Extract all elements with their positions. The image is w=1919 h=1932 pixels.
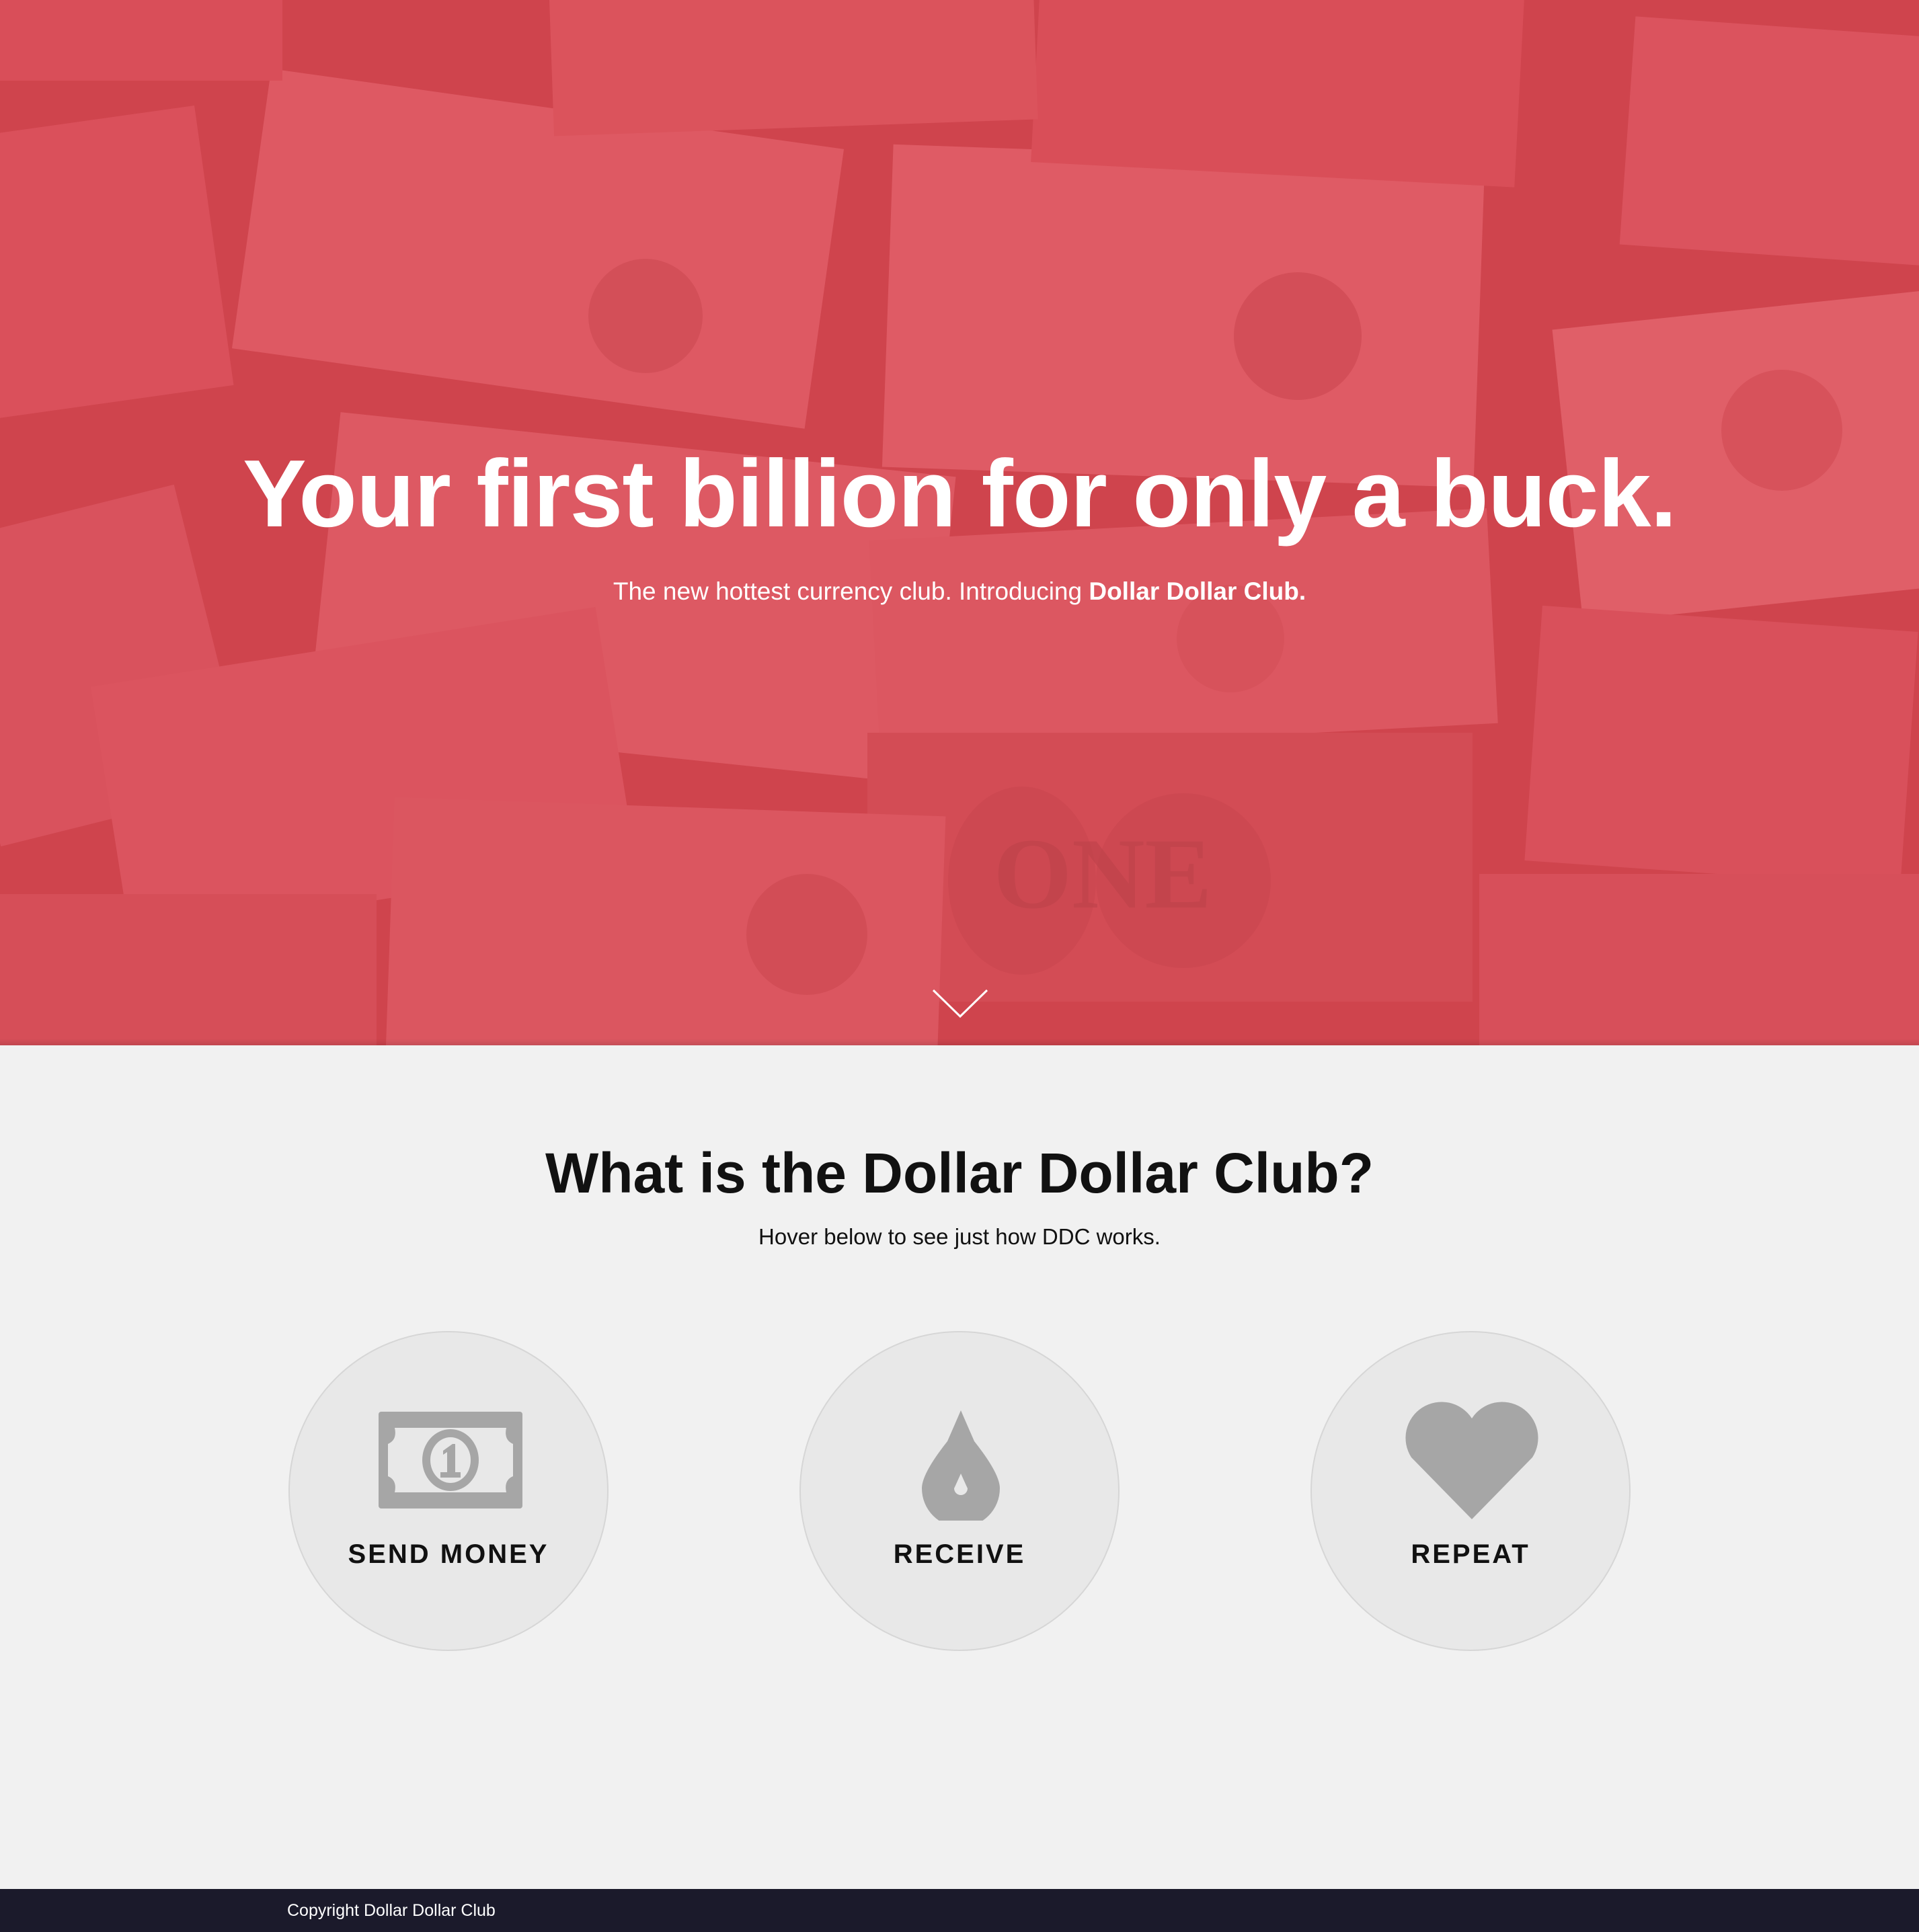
step-receive[interactable]: RECEIVE (799, 1331, 1120, 1651)
hero-subtitle-text: The new hottest currency club. Introduci… (613, 577, 1089, 605)
section-title: What is the Dollar Dollar Club? (545, 1141, 1374, 1205)
chevron-down-icon[interactable] (931, 988, 989, 1019)
footer: Copyright Dollar Dollar Club (0, 1889, 1919, 1932)
hero-subtitle-brand: Dollar Dollar Club. (1089, 577, 1306, 605)
step-label-repeat: REPEAT (1411, 1539, 1530, 1569)
hero-bottom-shadow (0, 1039, 1919, 1045)
step-label-send-money: SEND MONEY (348, 1539, 549, 1569)
section-subtitle: Hover below to see just how DDC works. (758, 1224, 1161, 1249)
hero-section: ONE Your first billion for only a buck. … (0, 0, 1919, 1045)
drop-icon (922, 1410, 1000, 1521)
footer-copyright: Copyright Dollar Dollar Club (287, 1901, 496, 1920)
step-send-money[interactable]: SEND MONEY (288, 1331, 609, 1651)
dollar-bill-icon (379, 1412, 522, 1508)
hero-title: Your first billion for only a buck. (243, 440, 1677, 547)
step-label-receive: RECEIVE (893, 1539, 1026, 1569)
heart-icon (1405, 1402, 1538, 1519)
step-repeat[interactable]: REPEAT (1310, 1331, 1631, 1651)
hero-subtitle: The new hottest currency club. Introduci… (0, 573, 1919, 610)
